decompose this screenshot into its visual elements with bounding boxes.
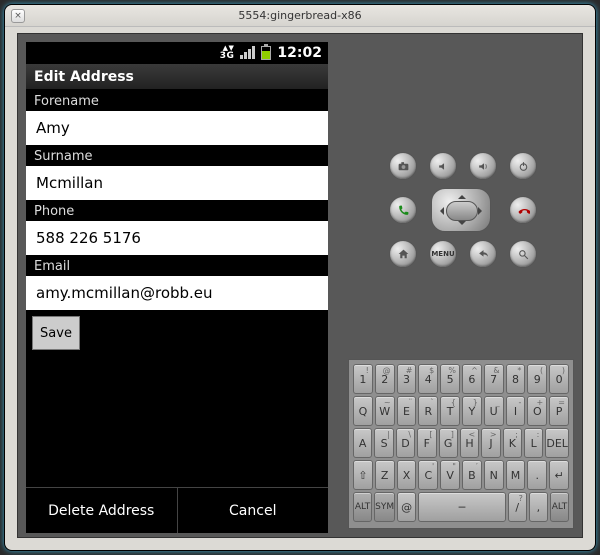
cancel-button[interactable]: Cancel: [178, 488, 329, 533]
key-g[interactable]: G]: [439, 428, 458, 458]
email-input[interactable]: [26, 276, 328, 310]
key-alt-right[interactable]: ALT: [550, 492, 569, 522]
key-p[interactable]: P=: [549, 396, 569, 426]
key-w[interactable]: W~: [375, 396, 395, 426]
key-4[interactable]: 4$: [418, 364, 438, 394]
end-call-button[interactable]: [509, 196, 537, 224]
key-j[interactable]: J>: [481, 428, 500, 458]
camera-button[interactable]: [389, 152, 417, 180]
dpad-left-icon[interactable]: [436, 207, 444, 215]
key-3[interactable]: 3#: [397, 364, 417, 394]
forename-input[interactable]: [26, 111, 328, 145]
key-t[interactable]: T{: [440, 396, 460, 426]
key-alt-left[interactable]: ALT: [353, 492, 372, 522]
menu-button[interactable]: MENU: [429, 240, 457, 268]
key-8[interactable]: 8*: [506, 364, 526, 394]
power-button[interactable]: [509, 152, 537, 180]
delete-address-button[interactable]: Delete Address: [26, 488, 178, 533]
key-u[interactable]: U_: [484, 396, 504, 426]
key-at[interactable]: @: [397, 492, 416, 522]
phone-screen: ▲▼ 3G 12:02 Edit Address Forename Surnam…: [26, 42, 328, 533]
back-button[interactable]: [469, 240, 497, 268]
key-5[interactable]: 5%: [440, 364, 460, 394]
key-⇧[interactable]: ⇧: [353, 460, 373, 490]
phone-label: Phone: [26, 200, 328, 221]
battery-icon: [261, 46, 271, 60]
key-e[interactable]: E¨: [397, 396, 417, 426]
app-title: Edit Address: [26, 64, 328, 90]
key-1[interactable]: 1!: [353, 364, 373, 394]
key-l[interactable]: L:: [524, 428, 543, 458]
key-x[interactable]: X: [397, 460, 417, 490]
key-0[interactable]: 0): [549, 364, 569, 394]
key-n[interactable]: N: [484, 460, 504, 490]
dpad[interactable]: [431, 188, 491, 232]
window-titlebar: × 5554:gingerbread-x86: [5, 5, 595, 27]
key-m[interactable]: M: [506, 460, 526, 490]
key-7[interactable]: 7&: [484, 364, 504, 394]
key-v[interactable]: V": [440, 460, 460, 490]
clock: 12:02: [277, 45, 322, 61]
key-b[interactable]: B′: [462, 460, 482, 490]
key-space[interactable]: ─: [418, 492, 506, 522]
key-z[interactable]: Z: [375, 460, 395, 490]
surname-label: Surname: [26, 145, 328, 166]
key-slash[interactable]: /?: [508, 492, 527, 522]
dpad-up-icon[interactable]: [458, 191, 466, 199]
forename-label: Forename: [26, 90, 328, 111]
surname-input[interactable]: [26, 166, 328, 200]
dpad-center-button[interactable]: [446, 201, 478, 221]
volume-down-button[interactable]: [429, 152, 457, 180]
emulator-keyboard: 1!2@3#4$5%6^7&8*9(0) QW~E¨R`T{Y}U_I-O+P=…: [348, 359, 574, 529]
phone-input[interactable]: [26, 221, 328, 255]
key-6[interactable]: 6^: [462, 364, 482, 394]
key-.[interactable]: .: [527, 460, 547, 490]
call-button[interactable]: [389, 196, 417, 224]
key-h[interactable]: H<: [460, 428, 479, 458]
key-r[interactable]: R`: [418, 396, 438, 426]
window-title: 5554:gingerbread-x86: [238, 9, 361, 22]
key-↵[interactable]: ↵: [549, 460, 569, 490]
key-del[interactable]: DEL: [545, 428, 569, 458]
window-close-button[interactable]: ×: [11, 9, 25, 23]
key-a[interactable]: A: [353, 428, 372, 458]
save-button[interactable]: Save: [32, 316, 80, 350]
key-i[interactable]: I-: [506, 396, 526, 426]
key-k[interactable]: K;: [503, 428, 522, 458]
key-d[interactable]: D\: [396, 428, 415, 458]
status-bar: ▲▼ 3G 12:02: [26, 42, 328, 64]
volume-up-button[interactable]: [469, 152, 497, 180]
key-s[interactable]: S|: [374, 428, 393, 458]
network-3g-icon: ▲▼ 3G: [220, 45, 235, 61]
key-f[interactable]: F[: [417, 428, 436, 458]
key-o[interactable]: O+: [527, 396, 547, 426]
dpad-down-icon[interactable]: [458, 221, 466, 229]
signal-icon: [240, 47, 255, 59]
key-9[interactable]: 9(: [527, 364, 547, 394]
home-button[interactable]: [389, 240, 417, 268]
key-sym[interactable]: SYM: [374, 492, 395, 522]
key-comma[interactable]: ,: [529, 492, 548, 522]
key-c[interactable]: C': [418, 460, 438, 490]
email-label: Email: [26, 255, 328, 276]
key-y[interactable]: Y}: [462, 396, 482, 426]
search-button[interactable]: [509, 240, 537, 268]
key-2[interactable]: 2@: [375, 364, 395, 394]
key-q[interactable]: Q: [353, 396, 373, 426]
dpad-right-icon[interactable]: [478, 207, 486, 215]
